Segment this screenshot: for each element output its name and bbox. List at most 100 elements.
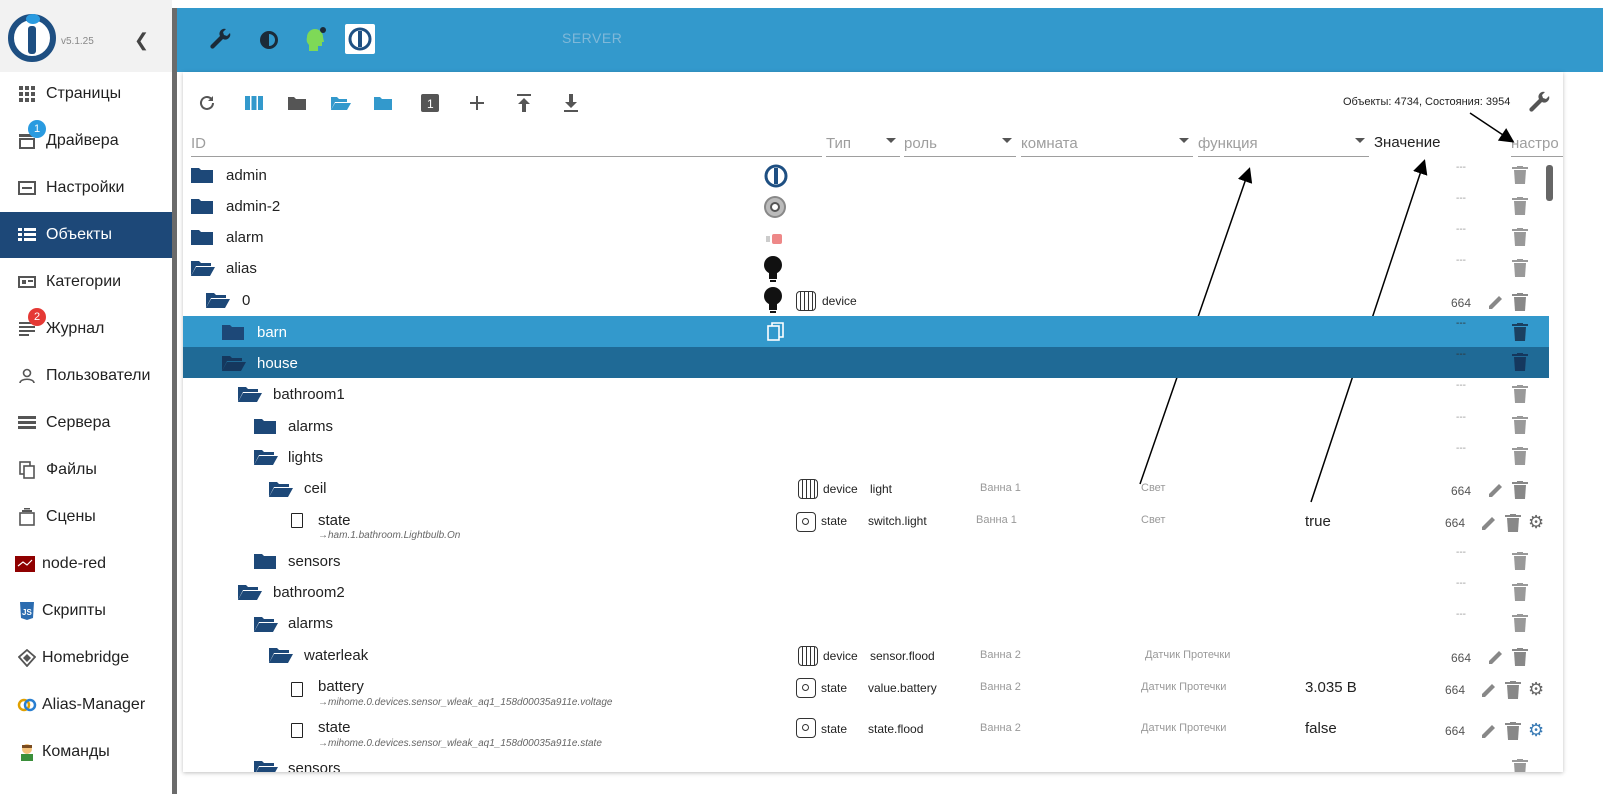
- object-name: state: [318, 512, 351, 529]
- folder-icon[interactable]: [191, 229, 213, 245]
- delete-icon[interactable]: [1512, 197, 1528, 215]
- edit-icon[interactable]: [1487, 648, 1505, 666]
- edit-icon[interactable]: [1487, 481, 1505, 499]
- table-row[interactable]: state →ham.1.bathroom.Lightbulb.On state…: [183, 503, 1549, 543]
- table-row[interactable]: bathroom2 ---: [183, 576, 1549, 607]
- object-name: bathroom1: [273, 386, 345, 403]
- iobroker-logo-icon: [763, 163, 789, 194]
- object-function: Датчик Протечки: [1145, 649, 1231, 661]
- table-row[interactable]: bathroom1 ---: [183, 378, 1549, 409]
- folder-open-icon[interactable]: [238, 386, 262, 402]
- gear-icon[interactable]: ⚙: [1528, 680, 1546, 698]
- lightbulb-icon: [762, 286, 784, 319]
- table-row[interactable]: ceil device light Ванна 1 Свет 664: [183, 472, 1549, 503]
- delete-icon[interactable]: [1512, 614, 1528, 632]
- table-row[interactable]: waterleak device sensor.flood Ванна 2 Да…: [183, 639, 1549, 670]
- acl-value: 664: [1445, 516, 1466, 530]
- object-name: barn: [257, 324, 288, 341]
- folder-icon[interactable]: [254, 418, 276, 434]
- delete-icon[interactable]: [1512, 552, 1528, 570]
- table-row-selected[interactable]: house ---: [183, 347, 1549, 378]
- object-room: Ванна 2: [980, 722, 1021, 734]
- folder-open-icon[interactable]: [254, 616, 278, 632]
- table-row[interactable]: alarms ---: [183, 607, 1549, 638]
- edit-icon[interactable]: [1487, 293, 1505, 311]
- object-role: switch.light: [868, 514, 927, 528]
- edit-icon[interactable]: [1480, 722, 1498, 740]
- delete-icon[interactable]: [1512, 353, 1528, 371]
- object-value[interactable]: true: [1305, 513, 1331, 530]
- delete-icon[interactable]: [1505, 722, 1521, 740]
- gear-icon[interactable]: ⚙: [1528, 513, 1546, 531]
- folder-open-icon[interactable]: [206, 292, 230, 308]
- table-row[interactable]: lights ---: [183, 441, 1549, 472]
- folder-open-icon[interactable]: [254, 760, 278, 772]
- delete-icon[interactable]: [1512, 228, 1528, 246]
- folder-open-icon[interactable]: [191, 260, 215, 276]
- delete-icon[interactable]: [1505, 514, 1521, 532]
- table-row[interactable]: sensors ---: [183, 545, 1549, 576]
- table-row[interactable]: battery →mihome.0.devices.sensor_wleak_a…: [183, 670, 1549, 710]
- acl-value: ---: [1456, 255, 1466, 266]
- folder-icon[interactable]: [191, 167, 213, 183]
- delete-icon[interactable]: [1512, 166, 1528, 184]
- acl-value: 664: [1451, 484, 1472, 498]
- table-row-selected[interactable]: barn ---: [183, 316, 1549, 347]
- folder-icon[interactable]: [222, 324, 244, 340]
- delete-icon[interactable]: [1512, 293, 1528, 311]
- object-role: value.battery: [868, 681, 937, 695]
- delete-icon[interactable]: [1512, 583, 1528, 601]
- object-value[interactable]: false: [1305, 720, 1337, 737]
- table-row[interactable]: alarms ---: [183, 410, 1549, 441]
- gear-icon[interactable]: ⚙: [1528, 721, 1546, 739]
- edit-icon[interactable]: [1480, 681, 1498, 699]
- object-value[interactable]: 3.035 В: [1305, 679, 1357, 696]
- object-type: device: [822, 294, 857, 308]
- edit-icon[interactable]: [1480, 514, 1498, 532]
- object-name: ceil: [304, 480, 327, 497]
- acl-value: ---: [1456, 443, 1466, 454]
- delete-icon[interactable]: [1512, 416, 1528, 434]
- folder-open-icon[interactable]: [238, 584, 262, 600]
- object-room: Ванна 1: [976, 514, 1017, 526]
- state-type-icon: [796, 678, 816, 698]
- object-function: Датчик Протечки: [1141, 722, 1227, 734]
- delete-icon[interactable]: [1512, 447, 1528, 465]
- object-type: state: [821, 681, 848, 695]
- delete-icon[interactable]: [1512, 385, 1528, 403]
- object-name: 0: [242, 292, 251, 309]
- acl-value: ---: [1456, 609, 1466, 620]
- acl-value: ---: [1456, 193, 1466, 204]
- table-row[interactable]: state →mihome.0.devices.sensor_wleak_aq1…: [183, 711, 1549, 751]
- acl-value: ---: [1456, 224, 1466, 235]
- delete-icon[interactable]: [1512, 323, 1528, 341]
- table-row[interactable]: sensors: [183, 752, 1549, 772]
- object-type: state: [821, 722, 848, 736]
- table-row[interactable]: admin-2 ---: [183, 191, 1549, 222]
- folder-icon[interactable]: [254, 553, 276, 569]
- object-name: battery: [318, 678, 364, 695]
- object-role: light: [870, 482, 893, 496]
- delete-icon[interactable]: [1512, 481, 1528, 499]
- acl-value: ---: [1456, 547, 1466, 558]
- alarm-icon: [766, 230, 784, 251]
- folder-open-icon[interactable]: [222, 355, 246, 371]
- object-name: sensors: [288, 553, 341, 570]
- table-row[interactable]: 0 device 664: [183, 284, 1549, 315]
- delete-icon[interactable]: [1505, 681, 1521, 699]
- folder-icon[interactable]: [191, 198, 213, 214]
- delete-icon[interactable]: [1512, 759, 1528, 772]
- delete-icon[interactable]: [1512, 648, 1528, 666]
- object-name: house: [257, 355, 298, 372]
- table-row[interactable]: alias ---: [183, 253, 1549, 284]
- folder-open-icon[interactable]: [269, 647, 293, 663]
- folder-open-icon[interactable]: [269, 481, 293, 497]
- object-role: sensor.flood: [870, 649, 935, 663]
- object-name: admin: [226, 167, 267, 184]
- table-scrollbar[interactable]: [1546, 165, 1553, 201]
- folder-open-icon[interactable]: [254, 449, 278, 465]
- copy-icon[interactable]: [767, 322, 785, 347]
- table-row[interactable]: alarm ---: [183, 222, 1549, 253]
- delete-icon[interactable]: [1512, 259, 1528, 277]
- table-row[interactable]: admin ---: [183, 160, 1549, 191]
